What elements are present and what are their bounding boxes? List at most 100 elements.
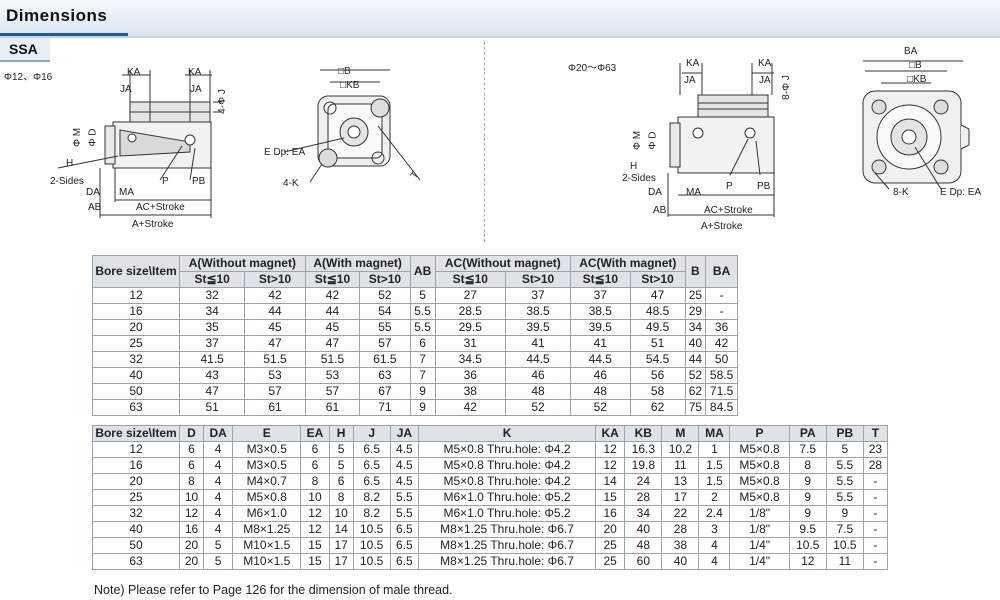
table1-row: 12 32 42 42 52 5 27 37 37 47 25-: [92, 287, 738, 304]
table1-cell: 47: [244, 335, 306, 352]
table1-subheader: St>10: [359, 271, 411, 288]
table1-cell: 43: [178, 367, 246, 384]
table2-cell: 13: [661, 473, 700, 490]
table2-cell: 28: [862, 457, 889, 474]
table1-cell: 52: [504, 399, 572, 416]
table2-cell: 5: [202, 537, 234, 554]
table2-header-cell: H: [328, 425, 354, 442]
table1-cell: 67: [359, 383, 411, 400]
table1-cell: 49.5: [629, 319, 686, 336]
left-ka-label-1: KA: [127, 67, 141, 78]
table1-cell: 31: [434, 335, 506, 352]
table2-cell: 4.5: [389, 473, 420, 490]
table1-header-a-without: A(Without magnet): [179, 255, 306, 272]
table2-header-cell: KB: [624, 425, 663, 442]
table2-cell: 8: [328, 489, 354, 506]
table1-cell: 41: [570, 335, 631, 352]
table1-subheader: St≦10: [304, 271, 361, 288]
table1-cell: 35: [178, 319, 246, 336]
table2-cell: M5×0.8 Thru.hole: Φ4.2: [418, 473, 597, 490]
table2-cell: 25: [595, 553, 626, 570]
table2-header-cell: K: [418, 425, 597, 442]
table1-cell: 42: [434, 399, 506, 416]
table1-cell: 5.5: [409, 319, 436, 336]
page-title: Dimensions: [6, 6, 108, 25]
table1-cell: 62: [684, 383, 707, 400]
table2-header-cell: EA: [300, 425, 330, 442]
table2-cell: 5: [825, 441, 864, 458]
table1-bore-cell: 20: [92, 319, 180, 336]
table2-header-cell: J: [352, 425, 391, 442]
table2-cell: 28: [661, 521, 700, 538]
table2-cell: 10.5: [825, 537, 864, 554]
table2-header-cell: PA: [788, 425, 827, 442]
table1-row: 16 34 44 44 54 5.5 28.5 38.5 38.5 48.5 29-: [92, 303, 738, 320]
table1-cell: 48: [570, 383, 631, 400]
table1-cell: 51: [629, 335, 686, 352]
table2-cell: M5×0.8 Thru.hole: Φ4.2: [418, 457, 597, 474]
table2-row: 32 12 4 M6×1.0 12 10 8.2 5.5 M6×1.0 Thru.hole: Φ…: [92, 505, 889, 522]
table1-cell: 9: [409, 383, 436, 400]
right-pb-label: PB: [757, 181, 771, 192]
table1-cell: 57: [359, 335, 411, 352]
table2-header-cell: Bore size\Item: [92, 425, 180, 442]
table2-cell: M8×1.25 Thru.hole: Φ6.7: [418, 521, 597, 538]
table2-cell: 6.5: [389, 553, 420, 570]
table2-cell: M6×1.0 Thru.hole: Φ5.2: [418, 505, 597, 522]
table2-cell: 20: [595, 521, 626, 538]
table2-cell: M10×1.5: [232, 553, 302, 570]
table2-cell: 5: [202, 553, 234, 570]
table1-cell: 51: [178, 399, 246, 416]
table1-cell: 42: [244, 287, 306, 304]
right-ba-label: BA: [904, 46, 918, 57]
table2-cell: M6×1.0: [232, 505, 302, 522]
table2-cell: 4: [202, 505, 234, 522]
right-size-label: Φ20～Φ63: [568, 63, 617, 74]
table1-subheader: St≦10: [570, 271, 631, 288]
table2-cell: 10.5: [352, 537, 391, 554]
left-ma-label: MA: [119, 187, 134, 198]
left-da-label: DA: [86, 187, 100, 198]
table2-cell: 1: [698, 441, 731, 458]
table1-cell: 61.5: [359, 351, 411, 368]
table1-header-b: B: [684, 255, 707, 288]
table1-cell: 46: [504, 367, 572, 384]
table2-cell: 5.5: [825, 489, 864, 506]
table2-cell: 6.5: [389, 537, 420, 554]
table2-cell: 8: [179, 473, 204, 490]
table2-cell: 34: [624, 505, 663, 522]
table2-cell: 6.5: [389, 521, 420, 538]
table2-cell: 23: [862, 441, 889, 458]
table1-cell: 38.5: [504, 303, 572, 320]
table1-row: 63 51 61 61 71 9 42 52 52 62 75 84.5: [92, 399, 738, 416]
table2-cell: 15: [300, 553, 330, 570]
table2-header-cell: KA: [595, 425, 626, 442]
table1-cell: 55: [359, 319, 411, 336]
table2-cell: 10.5: [352, 521, 391, 538]
table1-cell: 36: [434, 367, 506, 384]
diagram-divider: [484, 42, 485, 242]
table2-cell: 6.5: [352, 473, 391, 490]
table1-cell: 71.5: [705, 383, 738, 400]
table2-cell: 5.5: [825, 473, 864, 490]
table2-header-cell: P: [729, 425, 790, 442]
table1-cell: 54: [359, 303, 411, 320]
table1-cell: 63: [359, 367, 411, 384]
right-ab-label: AB: [653, 205, 667, 216]
table2-cell: 4: [698, 553, 731, 570]
table2-row: 20 8 4 M4×0.7 8 6 6.5 4.5 M5×0.8 Thru.hole: Φ4.2…: [92, 473, 889, 490]
table1-cell: 45: [244, 319, 306, 336]
table2-cell: M8×1.25 Thru.hole: Φ6.7: [418, 537, 597, 554]
left-d-label: Φ D: [87, 128, 99, 147]
table2-cell: 16.3: [624, 441, 663, 458]
table1-row: 50 47 57 57 67 9 38 48 48 58 62 71.5: [92, 383, 738, 400]
table2-header-cell: MA: [698, 425, 731, 442]
table2-bore-cell: 20: [92, 473, 180, 490]
table2-cell: -: [862, 537, 889, 554]
table1-cell: 5: [409, 287, 436, 304]
table1-cell: 9: [409, 399, 436, 416]
right-sides-label: 2-Sides: [622, 173, 656, 184]
table1-header-ac-without: AC(Without magnet): [434, 255, 572, 272]
right-kb-label: □KB: [907, 74, 927, 85]
table2-cell: 9: [788, 473, 827, 490]
